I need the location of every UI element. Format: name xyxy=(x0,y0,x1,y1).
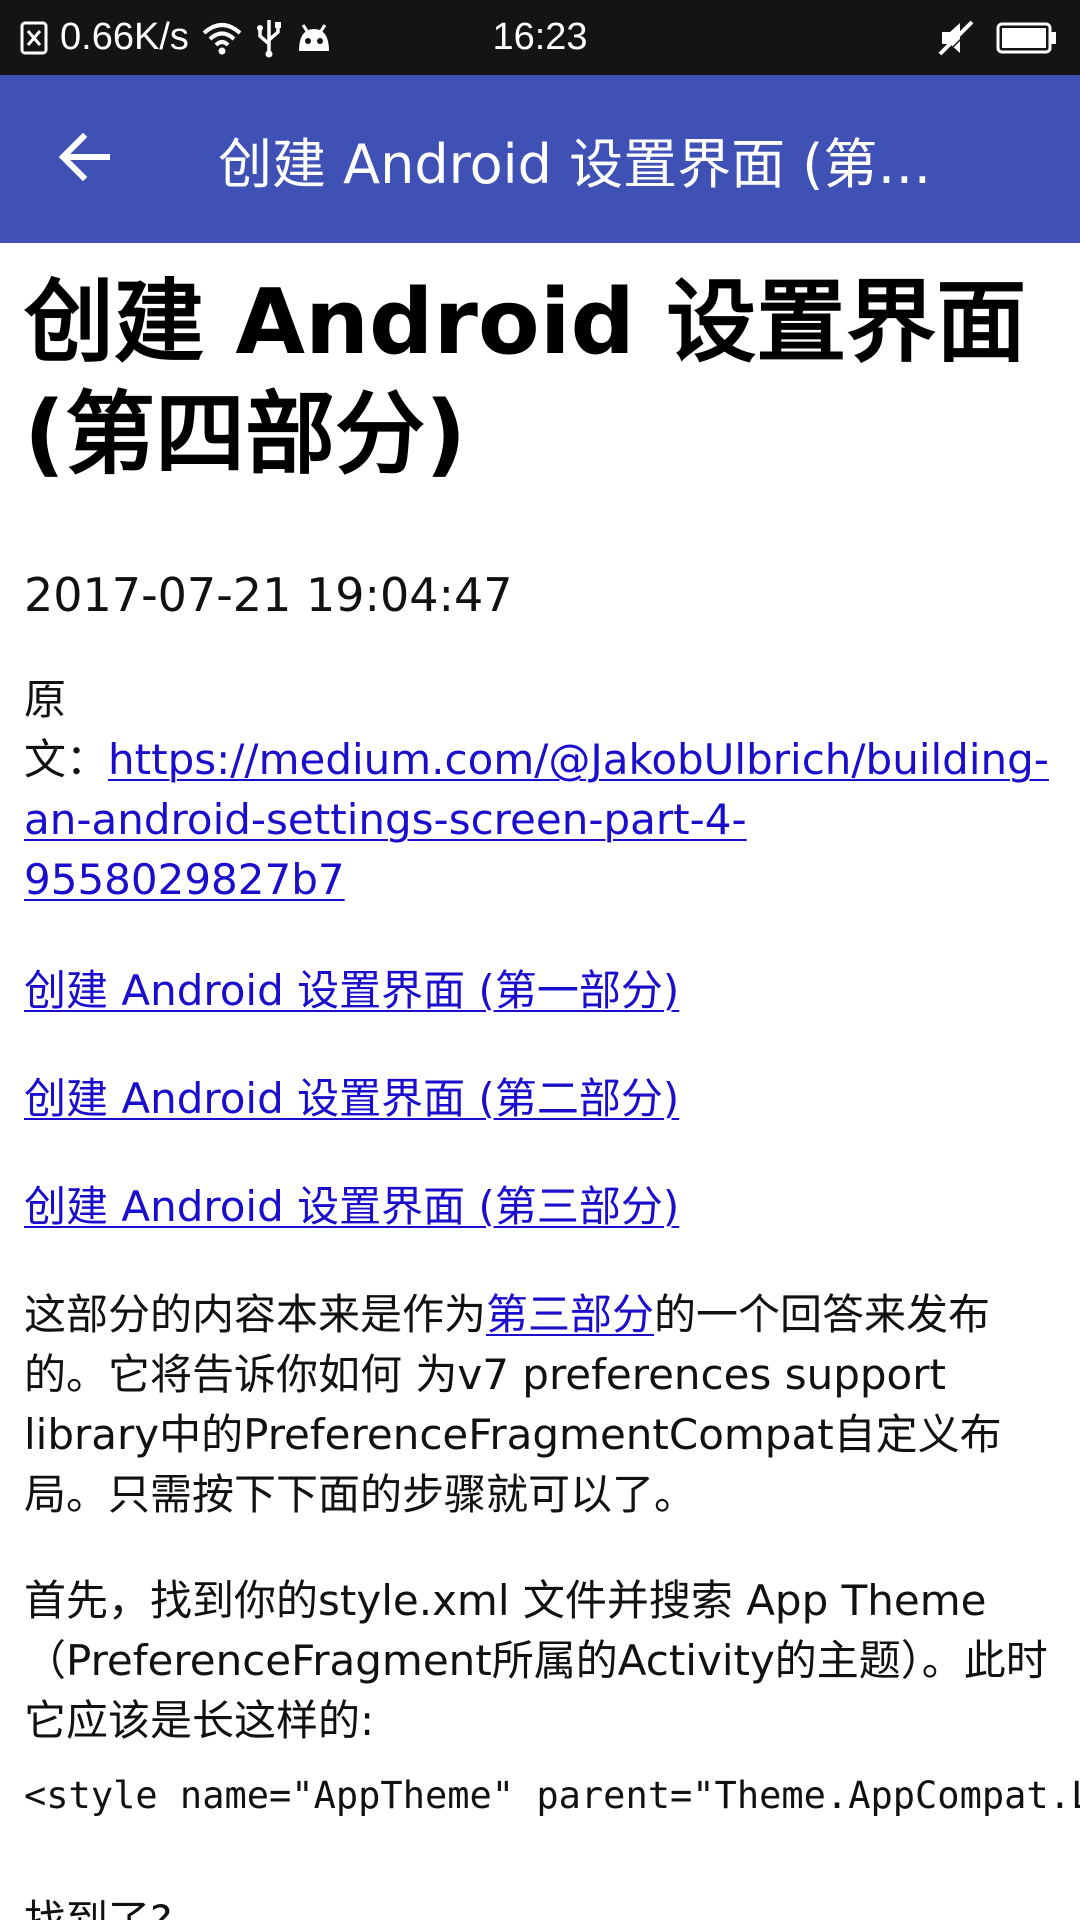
series-link-part-2-row: 创建 Android 设置界面 (第二部分) xyxy=(24,1069,679,1129)
mute-icon xyxy=(936,18,976,58)
network-speed: 0.66K/s xyxy=(60,16,189,58)
arrow-back-icon xyxy=(57,132,111,186)
source-line: 原 文：https://medium.com/@JakobUlbrich/bui… xyxy=(24,670,1080,910)
intro-paragraph: 这部分的内容本来是作为第三部分的一个回答来发布的。它将告诉你如何 为v7 pre… xyxy=(24,1285,1064,1525)
back-button[interactable] xyxy=(40,119,128,199)
source-url-link[interactable]: https://medium.com/@JakobUlbrich/buildin… xyxy=(108,735,1049,784)
article-date: 2017-07-21 19:04:47 xyxy=(24,568,513,622)
wifi-icon xyxy=(201,21,243,55)
source-url-link-end[interactable]: 9558029827b7 xyxy=(24,855,345,904)
part-three-link[interactable]: 第三部分 xyxy=(486,1290,654,1339)
battery-icon xyxy=(996,21,1058,55)
series-link-part-3-row: 创建 Android 设置界面 (第三部分) xyxy=(24,1177,679,1237)
series-link-part-1-row: 创建 Android 设置界面 (第一部分) xyxy=(24,961,679,1021)
source-label-cont: 文： xyxy=(24,735,109,784)
status-bar: 0.66K/s 16:23 xyxy=(0,0,1080,75)
android-debug-icon xyxy=(295,21,333,55)
status-right xyxy=(936,0,1058,75)
notification-icon xyxy=(20,21,48,55)
instruction-paragraph: 首先，找到你的style.xml 文件并搜索 App Theme（Prefere… xyxy=(24,1576,1048,1745)
code-snippet: <style name="AppTheme" parent="Theme.App… xyxy=(24,1774,1080,1817)
usb-icon xyxy=(255,18,283,58)
article-title: 创建 Android 设置界面 (第四部分) xyxy=(24,270,1027,487)
series-link-part-2[interactable]: 创建 Android 设置界面 (第二部分) xyxy=(24,1074,679,1123)
next-paragraph: 找到了? xyxy=(24,1891,172,1920)
article-content[interactable]: 创建 Android 设置界面 (第四部分) 2017-07-21 19:04:… xyxy=(0,243,1080,1920)
source-label: 原 xyxy=(24,675,67,724)
status-left: 0.66K/s xyxy=(20,0,333,75)
series-link-part-1[interactable]: 创建 Android 设置界面 (第一部分) xyxy=(24,966,679,1015)
app-bar-title: 创建 Android 设置界面 (第… xyxy=(218,132,932,196)
intro-text-start: 这部分的内容本来是作为 xyxy=(24,1290,487,1339)
source-url-link-cont[interactable]: an-android-settings-screen-part-4- xyxy=(24,795,747,844)
app-bar: 创建 Android 设置界面 (第… xyxy=(0,75,1080,243)
series-link-part-3[interactable]: 创建 Android 设置界面 (第三部分) xyxy=(24,1182,679,1231)
